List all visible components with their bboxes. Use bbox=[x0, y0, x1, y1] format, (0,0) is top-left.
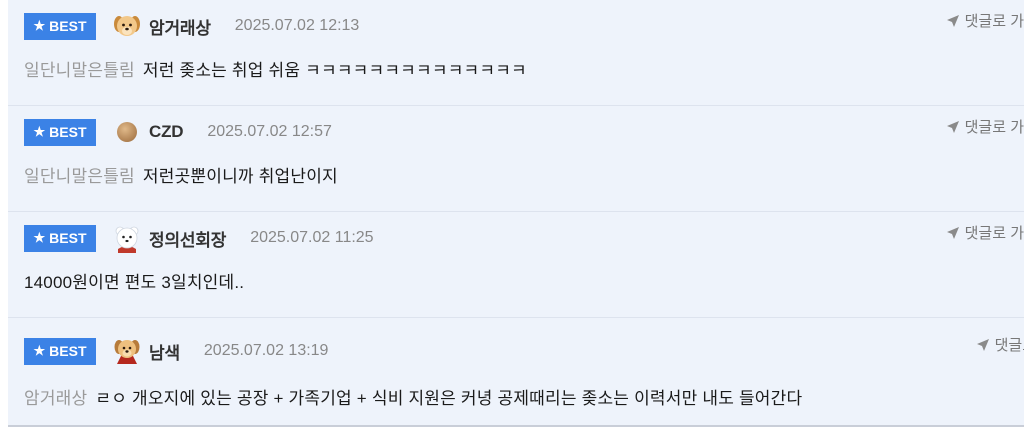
reply-button-label: 댓글로 bbox=[994, 337, 1024, 354]
star-icon: ★ bbox=[33, 18, 46, 33]
star-icon: ★ bbox=[33, 343, 46, 358]
best-badge-label: BEST bbox=[49, 18, 87, 34]
reply-button[interactable]: 댓글로 가 bbox=[946, 116, 1024, 137]
comment-date: 2025.07.02 12:13 bbox=[234, 17, 360, 34]
comment-content: 14000원이면 편도 3일치인데.. bbox=[24, 273, 245, 292]
best-badge: ★ BEST bbox=[24, 118, 96, 146]
reply-button[interactable]: 댓글로 bbox=[976, 334, 1024, 355]
send-icon bbox=[946, 120, 959, 133]
comment-content: 저런곳뿐이니까 취업난이지 bbox=[142, 167, 338, 186]
send-icon bbox=[946, 226, 959, 239]
best-badge-label: BEST bbox=[49, 124, 87, 140]
caped-puppy-avatar-icon[interactable] bbox=[112, 336, 142, 366]
send-icon bbox=[946, 14, 959, 27]
list-bottom-divider bbox=[8, 425, 1024, 427]
comment-text: 일단니말은틀림 저런곳뿐이니까 취업난이지 bbox=[24, 162, 338, 187]
star-icon: ★ bbox=[33, 230, 46, 245]
comment-nickname[interactable]: 정의선회장 bbox=[149, 226, 226, 251]
comment-item: ★ BEST CZD 2025.07.02 12:57 댓글로 가 일단니말은틀… bbox=[8, 106, 1024, 212]
send-icon bbox=[976, 338, 989, 351]
comment-mention[interactable]: 암거래상 bbox=[24, 389, 87, 408]
comment-text: 암거래상 ㄹㅇ 개오지에 있는 공장 + 가족기업 + 식비 지원은 커녕 공제때… bbox=[24, 384, 802, 409]
comment-item: ★ BEST 정의선회장 2025.07.02 11:25 댓글로 가 14000 bbox=[8, 212, 1024, 318]
best-badge-label: BEST bbox=[49, 343, 87, 359]
comment-mention[interactable]: 일단니말은틀림 bbox=[24, 167, 135, 186]
brown-circle-avatar-icon[interactable] bbox=[112, 117, 142, 147]
white-bear-avatar-icon[interactable] bbox=[112, 223, 142, 253]
comment-header: ★ BEST 암거래상 2025.07.02 12:13 bbox=[24, 11, 359, 41]
best-badge: ★ BEST bbox=[24, 12, 96, 40]
comment-text: 14000원이면 편도 3일치인데.. bbox=[24, 268, 244, 293]
best-badge: ★ BEST bbox=[24, 224, 96, 252]
comment-item: ★ BEST 암거래상 2025.07.02 12:13 댓글로 가 일단니말은틀 bbox=[8, 0, 1024, 106]
comment-date: 2025.07.02 12:57 bbox=[207, 123, 332, 140]
reply-button[interactable]: 댓글로 가 bbox=[946, 222, 1024, 243]
comment-item: ★BEST 남색 2025.07.02 13:19 댓글로 bbox=[8, 318, 1024, 424]
comment-header: ★ BEST 정의선회장 2025.07.02 11:25 bbox=[24, 223, 374, 253]
reply-button[interactable]: 댓글로 가 bbox=[946, 10, 1024, 31]
comment-nickname[interactable]: 남색 bbox=[149, 339, 180, 364]
best-badge: ★ BEST bbox=[24, 337, 96, 365]
comment-date: 2025.07.02 11:25 bbox=[250, 229, 374, 246]
comment-header: ★ BEST 남색 2025.07.02 13:19 bbox=[24, 336, 328, 366]
comment-header: ★ BEST CZD 2025.07.02 12:57 bbox=[24, 117, 332, 147]
comment-date: 2025.07.02 13:19 bbox=[203, 342, 329, 359]
reply-button-label: 댓글로 가 bbox=[964, 225, 1024, 242]
star-icon: ★ bbox=[33, 124, 46, 139]
comment-mention[interactable]: 일단니말은틀림 bbox=[24, 61, 135, 80]
reply-button-label: 댓글로 가 bbox=[964, 119, 1024, 136]
comment-content: 저런 좆소는 취업 쉬움 ㅋㅋㅋㅋㅋㅋㅋㅋㅋㅋㅋㅋㅋㅋ bbox=[142, 61, 527, 80]
comment-text: 일단니말은틀림 저런 좆소는 취업 쉬움 ㅋㅋㅋㅋㅋㅋㅋㅋㅋㅋㅋㅋㅋㅋ bbox=[24, 56, 527, 81]
comment-list: ★ BEST 암거래상 2025.07.02 12:13 댓글로 가 일단니말은틀 bbox=[8, 0, 1024, 425]
reply-button-label: 댓글로 가 bbox=[964, 13, 1024, 30]
puppy-avatar-icon[interactable] bbox=[112, 11, 142, 41]
best-badge-label: BEST bbox=[49, 230, 87, 246]
comment-nickname[interactable]: CZD bbox=[149, 122, 184, 142]
comment-nickname[interactable]: 암거래상 bbox=[149, 14, 211, 39]
comment-content: ㄹㅇ 개오지에 있는 공장 + 가족기업 + 식비 지원은 커녕 공제때리는 좆… bbox=[95, 389, 803, 408]
